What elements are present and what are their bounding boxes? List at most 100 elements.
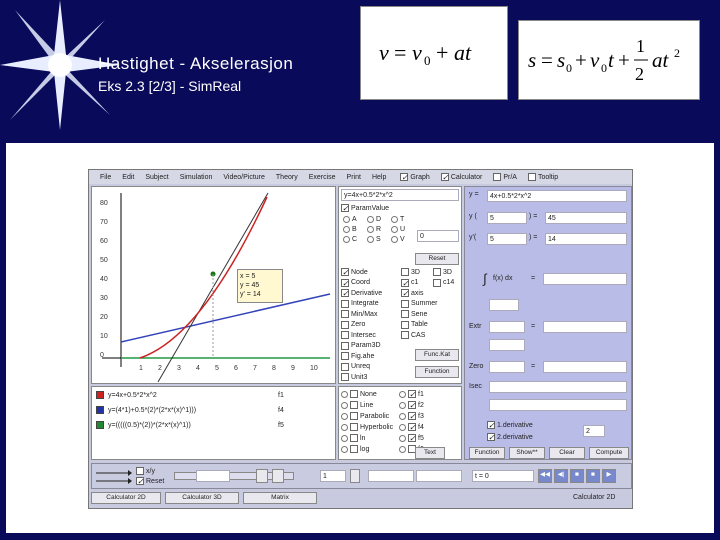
color-swatch[interactable] (96, 391, 104, 399)
zero-field[interactable] (489, 361, 525, 373)
menu-simulation[interactable]: Simulation (180, 174, 213, 181)
reset-button[interactable]: Reset (415, 253, 459, 265)
toggle-calculator[interactable]: Calculator (440, 173, 482, 181)
calc-function-button[interactable]: Function (469, 447, 505, 459)
deriv-order-field[interactable]: 2 (583, 425, 605, 437)
option-minmax[interactable]: Min/Max (341, 310, 377, 318)
param-radio-c[interactable]: C (343, 236, 357, 243)
function-id-f2[interactable]: f2 (399, 401, 424, 409)
param-radio-b[interactable]: B (343, 226, 357, 233)
function-type-log[interactable]: log (341, 445, 369, 453)
graph-panel[interactable]: 80 70 60 50 40 30 20 10 0 1 2 3 4 5 6 7 8 9 10 x = 5 y = … (91, 186, 336, 384)
param-radio-d[interactable]: D (367, 216, 381, 223)
param-radio-u[interactable]: U (391, 226, 405, 233)
step-value-field[interactable]: 1 (320, 470, 346, 482)
param-radio-r[interactable]: R (367, 226, 381, 233)
option-node[interactable]: Node (341, 268, 368, 276)
function-id-f4[interactable]: f4 (399, 423, 424, 431)
calc-clear-button[interactable]: Clear (549, 447, 585, 459)
integral-from[interactable] (489, 299, 519, 311)
param-radio-s[interactable]: S (367, 236, 381, 243)
menu-file[interactable]: File (100, 174, 111, 181)
function-type-line[interactable]: Line (341, 401, 373, 409)
option-unreq[interactable]: Unreq (341, 362, 370, 371)
menu-theory[interactable]: Theory (276, 174, 298, 181)
calc-show-button[interactable]: Show** (509, 447, 545, 459)
menu-subject[interactable]: Subject (145, 174, 168, 181)
step-back-icon[interactable]: ◀| (554, 469, 568, 483)
stop-icon[interactable]: ■ (570, 469, 584, 483)
slider-end-button[interactable] (272, 469, 284, 483)
function-row[interactable]: y=4x+0.5*2*x^2 f1 (96, 391, 284, 399)
option-right2-1[interactable]: c14 (433, 278, 454, 287)
xy-toggle[interactable]: x/y (136, 467, 155, 475)
option-right-4[interactable]: Sene (401, 310, 427, 318)
function-row[interactable]: y=(4*1)+0.5*(2)*(2*x*(x)^1))) f4 (96, 406, 284, 414)
text-button[interactable]: Text (415, 447, 445, 459)
param-value-toggle[interactable]: ParamValue (341, 204, 389, 212)
option-intersec[interactable]: Intersec (341, 331, 376, 339)
toggle-graph[interactable]: Graph (400, 173, 430, 181)
calc-compute-button[interactable]: Compute (589, 447, 629, 459)
tab-matrix[interactable]: Matrix (243, 492, 317, 504)
param-radio-t[interactable]: T (391, 216, 404, 223)
reset-toggle[interactable]: Reset (136, 477, 164, 485)
tab-calculator-2d[interactable]: Calculator 2D (91, 492, 161, 504)
option-unit3[interactable]: Unit3 (341, 373, 367, 381)
calc-ydx-arg[interactable]: 5 (487, 233, 527, 245)
option-param3d[interactable]: Param3D (341, 341, 381, 350)
option-right-0[interactable]: 3D (401, 268, 420, 276)
param-value-field[interactable]: 0 (417, 230, 459, 242)
function-button[interactable]: Function (415, 366, 459, 378)
extr-field[interactable] (489, 321, 525, 333)
menu-video-picture[interactable]: Video/Picture (223, 174, 265, 181)
param-radio-v[interactable]: V (391, 236, 405, 243)
option-right-3[interactable]: Summer (401, 299, 437, 308)
graph-canvas[interactable]: 80 70 60 50 40 30 20 10 0 1 2 3 4 5 6 7 8 9 10 (92, 187, 335, 383)
option-right-6[interactable]: CAS (401, 331, 425, 339)
menu-exercise[interactable]: Exercise (309, 174, 336, 181)
option-integrate[interactable]: Integrate (341, 299, 379, 308)
function-id-f3[interactable]: f3 (399, 412, 424, 420)
slider-thumb[interactable] (256, 469, 268, 483)
function-type-none[interactable]: None (341, 390, 377, 398)
isec-field[interactable] (489, 381, 627, 393)
time-field[interactable]: t = 0 (472, 470, 534, 482)
function-id-f1[interactable]: f1 (399, 390, 424, 398)
toggle-pra[interactable]: Pr/A (493, 173, 517, 181)
function-type-ln[interactable]: ln (341, 434, 365, 442)
option-zero[interactable]: Zero (341, 320, 365, 329)
empty-field-2[interactable] (416, 470, 462, 482)
function-row[interactable]: y=(((((0.5)*(2))*(2*x*(x)^1)) f5 (96, 421, 284, 429)
option-right-1[interactable]: c1 (401, 278, 418, 287)
function-type-hyperbolic[interactable]: Hyperbolic (341, 423, 393, 431)
tab-calculator-3d[interactable]: Calculator 3D (165, 492, 239, 504)
option-figahe[interactable]: Fig.ahe (341, 352, 374, 360)
option-right-2[interactable]: axis (401, 289, 423, 297)
isec-field-2[interactable] (489, 399, 627, 411)
func-kat-button[interactable]: Func.Kat (415, 349, 459, 361)
calc-y-field[interactable]: 4x+0.5*2*x^2 (487, 190, 627, 202)
step-spinner[interactable] (350, 469, 360, 483)
option-derivative[interactable]: Derivative (341, 289, 382, 297)
rewind-icon[interactable]: ◀◀ (538, 469, 552, 483)
param-radio-a[interactable]: A (343, 216, 357, 223)
color-swatch[interactable] (96, 406, 104, 414)
function-id-f5[interactable]: f5 (399, 434, 424, 442)
play-icon[interactable]: ▶ (602, 469, 616, 483)
function-type-parabolic[interactable]: Parabolic (341, 412, 389, 420)
option-right-5[interactable]: Table (401, 320, 428, 329)
option-right2-0[interactable]: 3D (433, 268, 452, 276)
menu-help[interactable]: Help (372, 174, 386, 181)
pause-icon[interactable]: ■ (586, 469, 600, 483)
slider-field[interactable] (196, 470, 230, 482)
option-coord[interactable]: Coord (341, 278, 370, 287)
calc-yx-arg[interactable]: 5 (487, 212, 527, 224)
color-swatch[interactable] (96, 421, 104, 429)
menu-edit[interactable]: Edit (122, 174, 134, 181)
deriv2-toggle[interactable]: 2.derivative (487, 433, 533, 441)
toggle-tooltip[interactable]: Tooltip (527, 173, 558, 181)
extr-field-2[interactable] (489, 339, 525, 351)
deriv1-toggle[interactable]: 1.derivative (487, 421, 533, 429)
menu-print[interactable]: Print (347, 174, 361, 181)
